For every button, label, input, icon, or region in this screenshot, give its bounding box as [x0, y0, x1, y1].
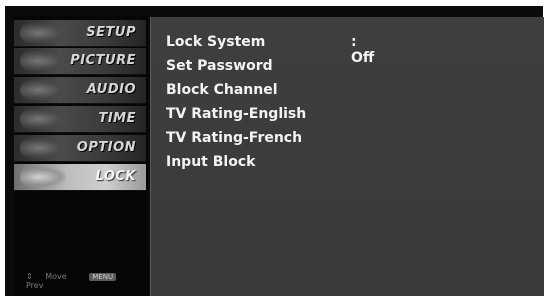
- menu-item-setup[interactable]: SETUP: [14, 20, 146, 47]
- audio-thumbnail-icon: [20, 80, 66, 100]
- option-block-channel[interactable]: Block Channel: [166, 82, 278, 98]
- prev-hint-label: Prev: [26, 281, 44, 290]
- lock-thumbnail-icon: [20, 167, 66, 187]
- tv-osd-screen: SETUP PICTURE AUDIO TIME OPTION LOCK ⇕ M…: [5, 6, 544, 296]
- move-arrows-icon: ⇕: [26, 272, 33, 281]
- menu-item-label: OPTION: [76, 140, 136, 155]
- option-input-block[interactable]: Input Block: [166, 154, 255, 170]
- option-label: Set Password: [166, 58, 273, 74]
- main-menu-sidebar: SETUP PICTURE AUDIO TIME OPTION LOCK ⇕ M…: [14, 16, 148, 296]
- menu-item-label: TIME: [98, 111, 136, 126]
- time-thumbnail-icon: [20, 109, 66, 129]
- option-lock-system[interactable]: Lock System : Off: [166, 34, 374, 66]
- move-hint-label: Move: [45, 272, 67, 281]
- option-set-password[interactable]: Set Password: [166, 58, 273, 74]
- option-tv-rating-french[interactable]: TV Rating-French: [166, 130, 302, 146]
- picture-thumbnail-icon: [20, 51, 66, 71]
- setup-thumbnail-icon: [20, 23, 66, 43]
- option-label: Input Block: [166, 154, 256, 170]
- menu-item-lock[interactable]: LOCK: [14, 164, 146, 191]
- menu-item-label: LOCK: [95, 169, 136, 184]
- menu-item-audio[interactable]: AUDIO: [14, 77, 146, 104]
- option-label: Lock System: [166, 34, 266, 50]
- menu-item-option[interactable]: OPTION: [14, 135, 146, 162]
- navigation-hints: ⇕ Move MENU Prev: [26, 272, 148, 290]
- option-thumbnail-icon: [20, 138, 66, 158]
- menu-item-label: PICTURE: [70, 53, 136, 68]
- move-hint: ⇕ Move: [26, 272, 77, 281]
- option-value: : Off: [351, 34, 375, 66]
- option-label: Block Channel: [166, 82, 278, 98]
- menu-item-time[interactable]: TIME: [14, 106, 146, 133]
- menu-item-label: SETUP: [86, 25, 136, 40]
- option-tv-rating-english[interactable]: TV Rating-English: [166, 106, 306, 122]
- menu-key-icon: MENU: [89, 273, 117, 281]
- lock-options-panel: Lock System : Off Set Password Block Cha…: [150, 17, 544, 296]
- menu-item-picture[interactable]: PICTURE: [14, 48, 146, 75]
- option-label: TV Rating-English: [166, 106, 307, 122]
- menu-item-label: AUDIO: [86, 82, 136, 97]
- option-label: TV Rating-French: [166, 130, 303, 146]
